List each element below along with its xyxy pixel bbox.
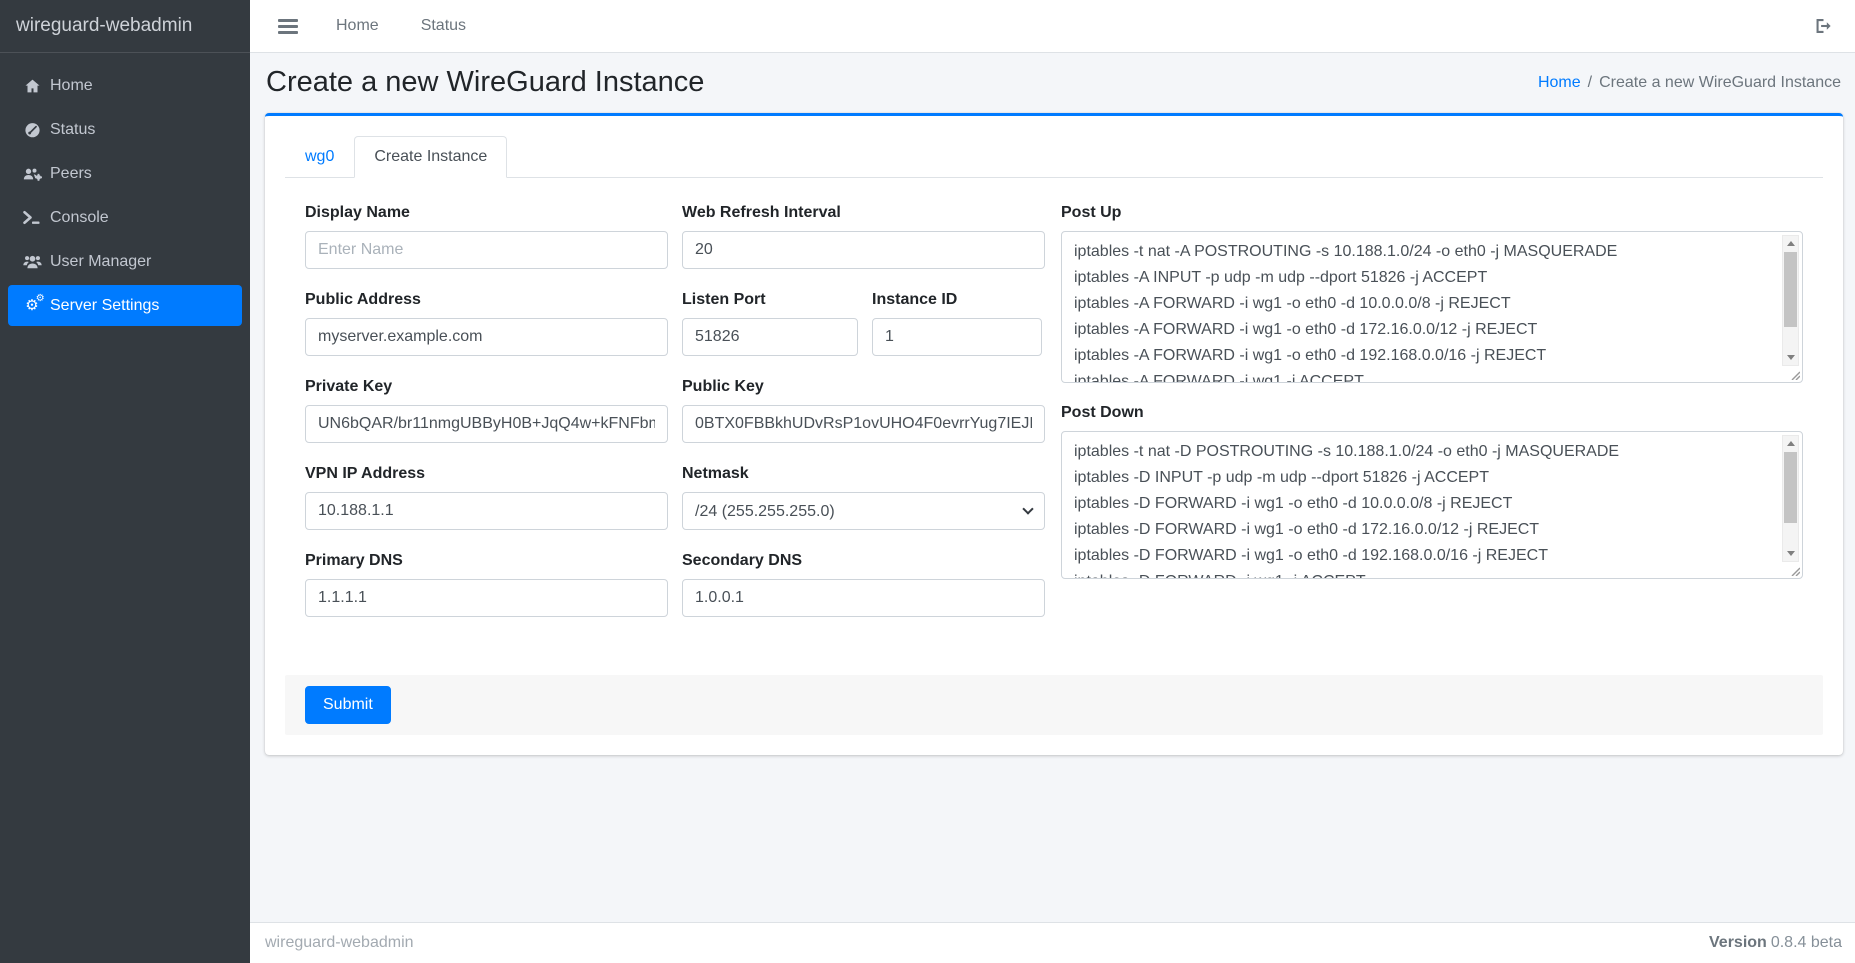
primary-dns-label: Primary DNS: [305, 552, 668, 570]
display-name-input[interactable]: [305, 231, 668, 269]
sidebar-item-label: Home: [50, 77, 93, 95]
app-window: wireguard-webadmin Home Status: [0, 0, 1855, 963]
sidebar-item-peers[interactable]: Peers: [8, 153, 242, 194]
resize-grip-icon[interactable]: [1790, 566, 1800, 576]
scrollbar-thumb[interactable]: [1784, 252, 1797, 327]
brand-title[interactable]: wireguard-webadmin: [0, 0, 250, 53]
web-refresh-interval-input[interactable]: [682, 231, 1045, 269]
sidebar-item-status[interactable]: Status: [8, 109, 242, 150]
sidebar-item-label: Peers: [50, 165, 92, 183]
users-icon: [14, 254, 50, 269]
private-key-input[interactable]: [305, 405, 668, 443]
sidebar-item-label: Status: [50, 121, 95, 139]
scrollbar-thumb[interactable]: [1784, 452, 1797, 523]
footer-version-label: Version: [1709, 934, 1767, 951]
post-up-textarea[interactable]: iptables -t nat -A POSTROUTING -s 10.188…: [1061, 231, 1803, 383]
listen-port-label: Listen Port: [682, 291, 858, 309]
create-instance-form: Display Name Web Refresh Interval: [285, 178, 1823, 639]
scroll-down-icon[interactable]: [1783, 350, 1798, 365]
content-header: Create a new WireGuard Instance Home / Cre…: [265, 66, 1843, 99]
post-up-scrollbar[interactable]: [1782, 235, 1799, 366]
secondary-dns-label: Secondary DNS: [682, 552, 1045, 570]
sidebar-nav: Home Status: [0, 57, 250, 337]
tab-create-instance[interactable]: Create Instance: [354, 136, 507, 178]
sidebar-item-console[interactable]: Console: [8, 197, 242, 238]
sidebar-item-home[interactable]: Home: [8, 65, 242, 106]
private-key-label: Private Key: [305, 378, 668, 396]
sidebar: wireguard-webadmin Home Status: [0, 0, 250, 963]
top-navbar: Home Status: [250, 0, 1855, 53]
public-address-input[interactable]: [305, 318, 668, 356]
public-key-label: Public Key: [682, 378, 1045, 396]
sidebar-item-label: User Manager: [50, 253, 151, 271]
footer-version-value: 0.8.4 beta: [1771, 934, 1842, 951]
netmask-label: Netmask: [682, 465, 1045, 483]
gears-icon: ⚙⚙: [14, 298, 50, 313]
terminal-icon: [14, 210, 50, 225]
gauge-icon: [14, 121, 50, 138]
vpn-ip-address-input[interactable]: [305, 492, 668, 530]
sidebar-item-server-settings[interactable]: ⚙⚙ Server Settings: [8, 285, 242, 326]
secondary-dns-input[interactable]: [682, 579, 1045, 617]
sign-out-icon[interactable]: [1810, 14, 1837, 38]
sidebar-item-label: Console: [50, 209, 109, 227]
hamburger-menu-icon[interactable]: [278, 19, 298, 34]
instance-id-label: Instance ID: [872, 291, 1042, 309]
home-icon: [14, 78, 50, 94]
navbar-link-home[interactable]: Home: [322, 9, 393, 43]
netmask-select[interactable]: /24 (255.255.255.0): [682, 492, 1045, 530]
form-footer: Submit: [285, 675, 1823, 735]
tab-wg0[interactable]: wg0: [285, 136, 354, 178]
vpn-ip-address-label: VPN IP Address: [305, 465, 668, 483]
breadcrumb-current: Create a new WireGuard Instance: [1599, 74, 1841, 91]
submit-button[interactable]: Submit: [305, 686, 391, 724]
content-area: Create a new WireGuard Instance Home / Cre…: [250, 53, 1855, 922]
primary-dns-input[interactable]: [305, 579, 668, 617]
post-down-label: Post Down: [1061, 404, 1803, 422]
breadcrumb: Home / Create a new WireGuard Instance: [1538, 74, 1841, 92]
sidebar-item-label: Server Settings: [50, 297, 159, 315]
users-gear-icon: [14, 166, 50, 182]
instance-card: wg0 Create Instance Display Name: [265, 113, 1843, 755]
post-down-scrollbar[interactable]: [1782, 435, 1799, 562]
scroll-up-icon[interactable]: [1783, 236, 1798, 251]
post-down-textarea[interactable]: iptables -t nat -D POSTROUTING -s 10.188…: [1061, 431, 1803, 579]
instance-id-input[interactable]: [872, 318, 1042, 356]
footer-app-name: wireguard-webadmin: [265, 934, 414, 952]
footer-version: Version0.8.4 beta: [1709, 934, 1842, 952]
page-title: Create a new WireGuard Instance: [266, 66, 704, 99]
breadcrumb-separator: /: [1588, 74, 1592, 91]
public-key-input[interactable]: [682, 405, 1045, 443]
breadcrumb-home-link[interactable]: Home: [1538, 74, 1581, 91]
listen-port-input[interactable]: [682, 318, 858, 356]
display-name-label: Display Name: [305, 204, 668, 222]
sidebar-item-user-manager[interactable]: User Manager: [8, 241, 242, 282]
web-refresh-interval-label: Web Refresh Interval: [682, 204, 1045, 222]
scroll-down-icon[interactable]: [1783, 546, 1798, 561]
public-address-label: Public Address: [305, 291, 668, 309]
main-area: Home Status Create a new WireGuard Insta…: [250, 0, 1855, 963]
resize-grip-icon[interactable]: [1790, 370, 1800, 380]
page-footer: wireguard-webadmin Version0.8.4 beta: [250, 922, 1855, 963]
post-up-label: Post Up: [1061, 204, 1803, 222]
scroll-up-icon[interactable]: [1783, 436, 1798, 451]
instance-tabs: wg0 Create Instance: [285, 136, 1823, 178]
navbar-link-status[interactable]: Status: [407, 9, 480, 43]
